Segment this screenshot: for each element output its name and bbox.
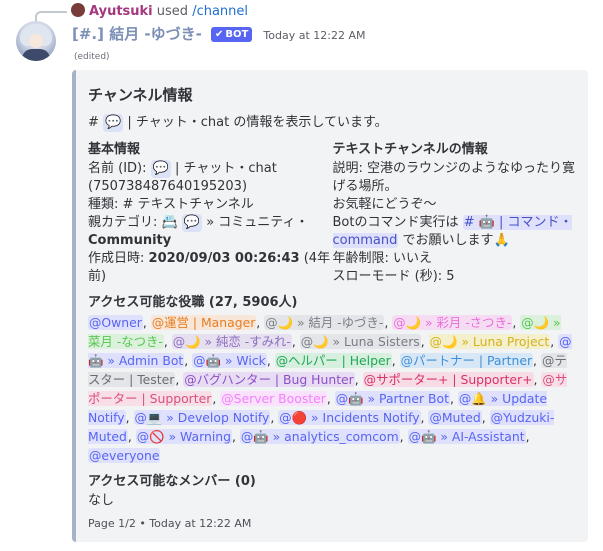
role-mention[interactable]: @バグハンター | Bug Hunter — [183, 372, 355, 387]
command-line: Botのコマンド実行は # 🤖 | コマンド・command でお願いします🙏 — [332, 215, 573, 248]
role-mention[interactable]: @🌙 » 純恋 -すみれ- — [171, 334, 292, 349]
parent-category-line: 親カテゴリ: 📇 💬 » コミュニティ・ Community — [88, 214, 309, 248]
channel-type-line: 種類: # テキストチャンネル — [88, 197, 254, 212]
embed-footer: Page 1/2 • Today at 12:22 AM — [88, 517, 252, 530]
reply-user-avatar[interactable] — [71, 3, 85, 17]
members-section: アクセス可能なメンバー (0) なし — [88, 473, 576, 510]
channel-info-embed: チャンネル情報 # 💬 | チャット・chat の情報を表示しています。 基本情… — [72, 70, 588, 542]
role-mention[interactable]: @🤖 » Partner Bot — [334, 391, 450, 406]
members-title: アクセス可能なメンバー (0) — [88, 474, 256, 489]
channel-id: (750738487640195203) — [88, 179, 248, 194]
role-mention[interactable]: @🚫 » Warning — [135, 429, 232, 444]
age-restriction: 年齢制限: いいえ — [332, 251, 433, 266]
role-mention[interactable]: @パートナー | Partner — [399, 353, 534, 368]
role-mention[interactable]: @🤖 » analytics_comcom — [239, 429, 400, 444]
message-header: [#.] 結月 -ゆづき- ✔ BOT Today at 12:22 AM — [72, 24, 365, 46]
embed-fields: 基本情報 名前 (ID): 💬 | チャット・chat (75073848764… — [88, 141, 576, 286]
role-mention[interactable]: @🔴 » Incidents Notify — [278, 410, 421, 425]
role-mention[interactable]: @Owner — [88, 315, 143, 330]
embed-title: チャンネル情報 — [88, 86, 193, 104]
bot-avatar[interactable] — [16, 21, 56, 61]
message-timestamp[interactable]: Today at 12:22 AM — [263, 29, 365, 42]
embed-description: # 💬 | チャット・chat の情報を表示しています。 — [88, 114, 576, 132]
role-mention[interactable]: @🌙 » 結月 -ゆづき- — [264, 315, 385, 330]
description-text: | チャット・chat の情報を表示しています。 — [127, 115, 388, 130]
role-mention[interactable]: @🤖 » AI-Assistant — [407, 429, 526, 444]
slowmode: スローモード (秒): 5 — [332, 269, 455, 284]
role-mention[interactable]: @everyone — [88, 448, 161, 463]
role-mention[interactable]: @Muted — [428, 410, 482, 425]
edited-label: (edited) — [74, 52, 110, 62]
reply-used-text: used — [156, 4, 189, 19]
created-at-line: 作成日時: 2020/09/03 00:26:43 (4年前) — [88, 251, 331, 284]
channel-description: 説明: 空港のラウンジのようなゆったり寛げる場所。 お気軽にどうぞ～ — [332, 161, 576, 212]
reply-command[interactable]: /channel — [192, 4, 248, 19]
field-basic-info: 基本情報 名前 (ID): 💬 | チャット・chat (75073848764… — [88, 141, 333, 286]
role-mention[interactable]: @運営 | Manager — [150, 315, 257, 330]
speech-bubble-icon: 💬 — [181, 214, 203, 232]
role-mention[interactable]: @🤖 » Wick — [192, 353, 267, 368]
role-mention[interactable]: @💻 » Develop Notify — [133, 410, 271, 425]
channel-name-line: 名前 (ID): 💬 | チャット・chat — [88, 160, 277, 178]
hash-icon: # — [88, 115, 99, 130]
reply-context[interactable]: Ayutsuki used /channel — [71, 3, 248, 20]
role-mention[interactable]: @ヘルパー | Helper — [274, 353, 392, 368]
reply-username[interactable]: Ayutsuki — [89, 4, 153, 19]
role-mention[interactable]: @🌙 » 彩月 -さつき- — [392, 315, 513, 330]
role-mention[interactable]: @🌙 » Luna Sisters — [299, 334, 421, 349]
roles-section: アクセス可能な役職 (27, 5906人) @Owner, @運営 | Mana… — [88, 294, 576, 465]
roles-list: @Owner, @運営 | Manager, @🌙 » 結月 -ゆづき-, @🌙… — [88, 315, 572, 463]
field-title: テキストチャンネルの情報 — [332, 142, 488, 157]
bot-badge: ✔ BOT — [210, 27, 253, 42]
roles-title: アクセス可能な役職 (27, 5906人) — [88, 295, 298, 310]
speech-bubble-icon: 💬 — [103, 114, 124, 132]
field-title: 基本情報 — [88, 142, 141, 157]
field-text-channel-info: テキストチャンネルの情報 説明: 空港のラウンジのようなゆったり寛げる場所。 お気… — [332, 141, 577, 286]
role-mention[interactable]: @🌙 » Luna Project — [428, 334, 551, 349]
speech-bubble-icon: 💬 — [150, 160, 171, 178]
role-mention[interactable]: @Server Booster — [220, 391, 327, 406]
role-mention[interactable]: @サポーター+ | Supporter+ — [362, 372, 534, 387]
members-value: なし — [88, 493, 115, 508]
bot-username[interactable]: [#.] 結月 -ゆづき- — [72, 25, 202, 43]
folder-icon: 📇 — [161, 215, 178, 230]
created-at-value: 2020/09/03 00:26:43 — [148, 251, 300, 266]
verified-check-icon: ✔ — [214, 29, 224, 40]
